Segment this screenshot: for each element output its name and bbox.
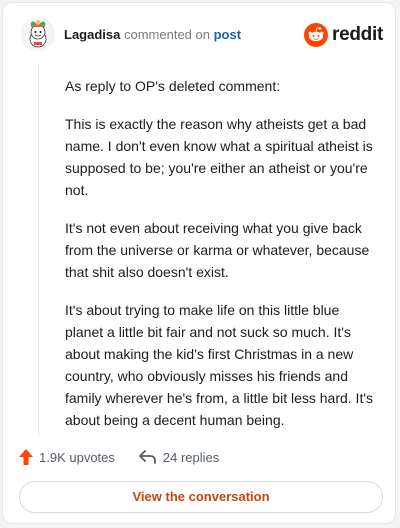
reply-arrow-icon	[138, 450, 156, 464]
avatar-icon	[21, 17, 55, 51]
comment-paragraph: This is exactly the reason why atheists …	[65, 116, 373, 198]
reddit-logo-icon	[304, 23, 329, 47]
post-link[interactable]: post	[214, 27, 241, 42]
username[interactable]: Lagadisa	[64, 27, 120, 42]
comment-card: Lagadisa commented on post reddit As rep…	[2, 2, 396, 524]
comment-body: As reply to OP's deleted comment: This i…	[65, 75, 377, 447]
avatar[interactable]	[21, 17, 55, 51]
comment-header: Lagadisa commented on post reddit	[17, 13, 383, 57]
comment-byline: Lagadisa commented on post	[64, 27, 241, 43]
comment-paragraph: It's not even about receiving what you g…	[65, 220, 370, 280]
comment-paragraph: It's about trying to make life on this l…	[65, 302, 374, 428]
upvotes-label: 1.9K upvotes	[39, 449, 115, 465]
brand-name: reddit	[332, 24, 383, 45]
replies-label: 24 replies	[162, 449, 220, 465]
upvote-count[interactable]: 1.9K upvotes	[19, 449, 115, 465]
comment-paragraph: As reply to OP's deleted comment:	[65, 78, 281, 94]
view-conversation-button[interactable]: View the conversation	[19, 481, 383, 513]
thread-line	[38, 65, 39, 435]
action-text: commented on	[123, 27, 210, 42]
reply-count[interactable]: 24 replies	[138, 449, 220, 465]
comment-stats: 1.9K upvotes 24 replies	[19, 447, 243, 467]
brand-logo[interactable]: reddit	[304, 23, 383, 47]
upvote-arrow-icon	[19, 449, 33, 465]
